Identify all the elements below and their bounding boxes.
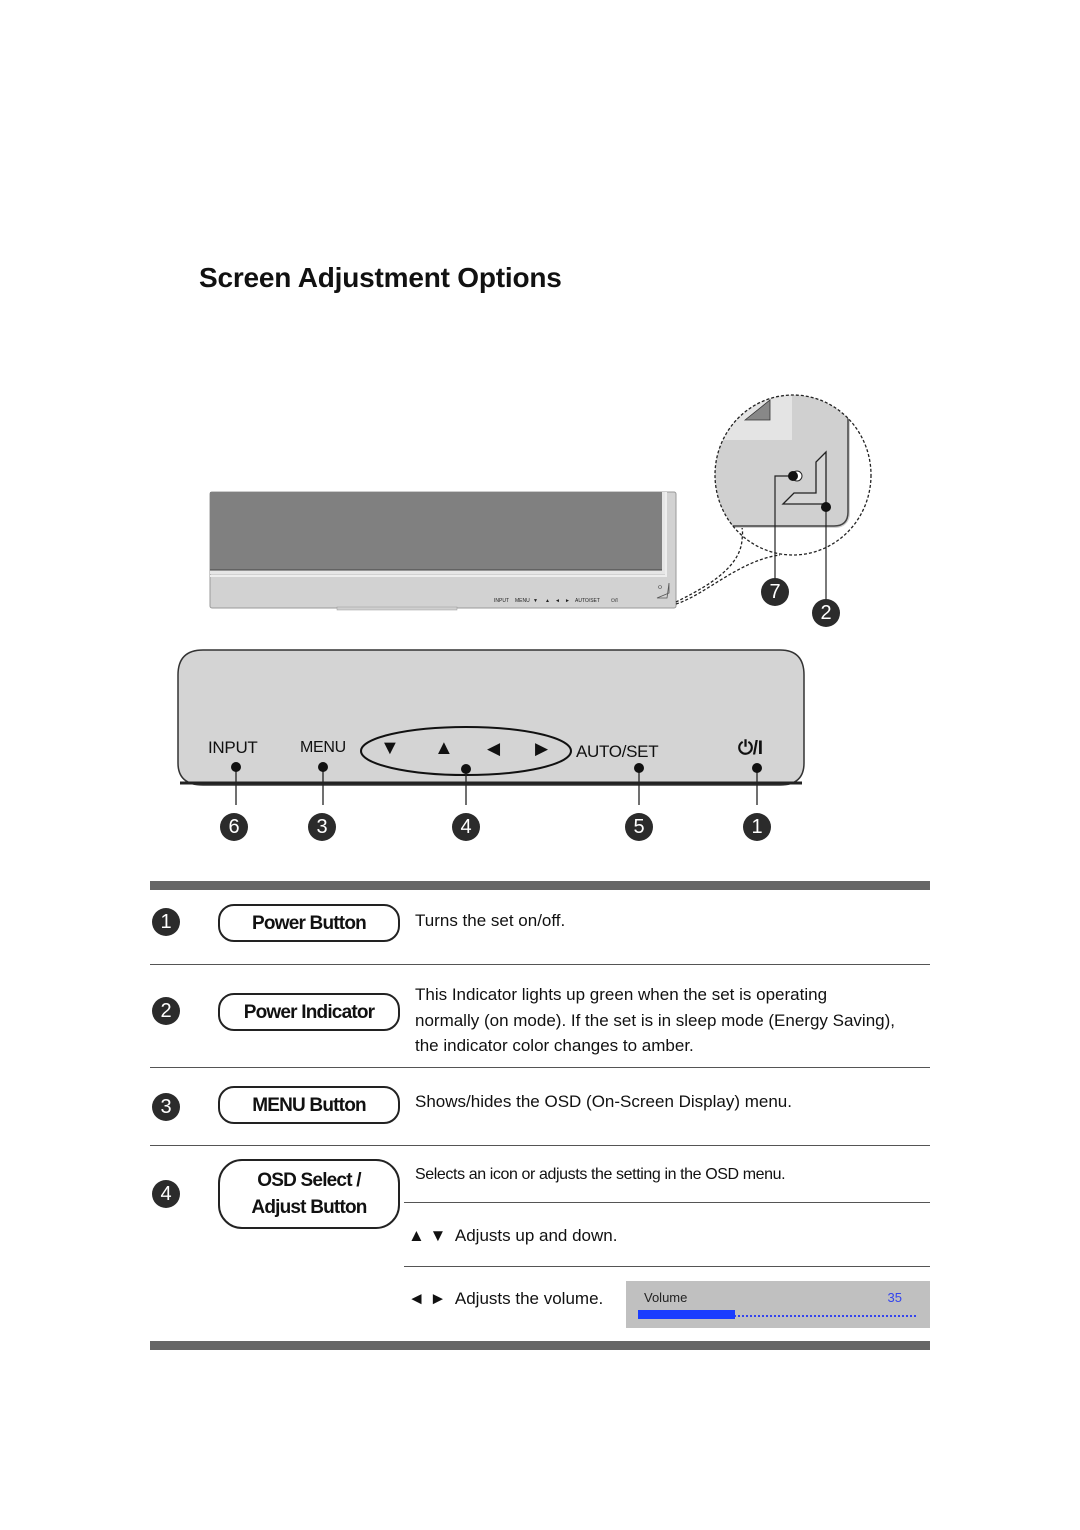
item-name-pill: Power Button xyxy=(218,904,400,942)
callout-1: 1 xyxy=(743,813,771,841)
divider xyxy=(150,964,930,965)
item-name-pill: MENU Button xyxy=(218,1086,400,1124)
sub-item-up-down: ▲ ▼ Adjusts up and down. xyxy=(408,1223,617,1249)
callout-4: 4 xyxy=(452,813,480,841)
osd-volume-panel: Volume 35 xyxy=(626,1281,930,1328)
item-description: Shows/hides the OSD (On-Screen Display) … xyxy=(415,1092,792,1111)
monitor-diagram: INPUT MENU ▼ ▲ ◄ ► AUTO/SET ⏻/I xyxy=(209,394,872,611)
item-name-line1: OSD Select / xyxy=(257,1170,361,1191)
osd-volume-label: Volume xyxy=(644,1290,688,1305)
item-name-line2: Adjust Button xyxy=(251,1197,367,1218)
row-number: 4 xyxy=(152,1180,180,1208)
callout-5: 5 xyxy=(625,813,653,841)
menu-label: MENU xyxy=(300,739,346,756)
callout-3: 3 xyxy=(308,813,336,841)
table-top-bar xyxy=(150,881,930,890)
divider xyxy=(404,1202,930,1203)
arrow-right-icon: ▶ xyxy=(535,739,548,758)
osd-volume-fill xyxy=(638,1310,735,1319)
row-number: 3 xyxy=(152,1093,180,1121)
osd-volume-value: 35 xyxy=(887,1290,902,1305)
svg-text:⏻/I: ⏻/I xyxy=(611,598,618,604)
callout-7: 7 xyxy=(761,578,789,606)
item-description: Selects an icon or adjusts the setting i… xyxy=(415,1166,786,1183)
sub-item-text: Adjusts up and down. xyxy=(454,1226,618,1245)
input-label: INPUT xyxy=(208,738,258,757)
auto-set-label: AUTO/SET xyxy=(576,742,659,761)
up-down-arrows-icon: ▲ ▼ xyxy=(408,1226,447,1245)
divider xyxy=(150,1145,930,1146)
callout-6: 6 xyxy=(220,813,248,841)
power-symbol-icon: ⏻/I xyxy=(738,738,763,759)
svg-text:◄: ◄ xyxy=(555,598,560,604)
svg-text:INPUT: INPUT xyxy=(494,598,509,604)
page-title: Screen Adjustment Options xyxy=(199,262,562,293)
arrow-left-icon: ◀ xyxy=(487,739,500,758)
control-panel xyxy=(177,649,805,805)
left-right-arrows-icon: ◄ ► xyxy=(408,1289,447,1308)
item-name-pill: OSD Select / Adjust Button xyxy=(218,1159,400,1229)
svg-text:►: ► xyxy=(565,598,570,604)
divider xyxy=(150,1067,930,1068)
item-description: This Indicator lights up green when the … xyxy=(415,985,895,1055)
svg-text:▼: ▼ xyxy=(533,598,538,604)
divider xyxy=(404,1266,930,1267)
monitor-front: INPUT MENU ▼ ▲ ◄ ► AUTO/SET ⏻/I xyxy=(209,491,677,611)
item-name-pill: Power Indicator xyxy=(218,993,400,1031)
arrow-down-icon: ▼ xyxy=(380,737,400,759)
zoom-callout xyxy=(675,394,872,605)
svg-text:▲: ▲ xyxy=(545,598,550,604)
callout-2: 2 xyxy=(812,599,840,627)
arrow-up-icon: ▲ xyxy=(434,737,454,759)
sub-item-left-right: ◄ ► Adjusts the volume. xyxy=(408,1286,603,1312)
row-number: 1 xyxy=(152,908,180,936)
svg-text:AUTO/SET: AUTO/SET xyxy=(575,598,600,604)
item-description: Turns the set on/off. xyxy=(415,911,566,930)
row-number: 2 xyxy=(152,997,180,1025)
sub-item-text: Adjusts the volume. xyxy=(454,1289,604,1308)
svg-text:MENU: MENU xyxy=(515,598,530,604)
table-bottom-bar xyxy=(150,1341,930,1350)
